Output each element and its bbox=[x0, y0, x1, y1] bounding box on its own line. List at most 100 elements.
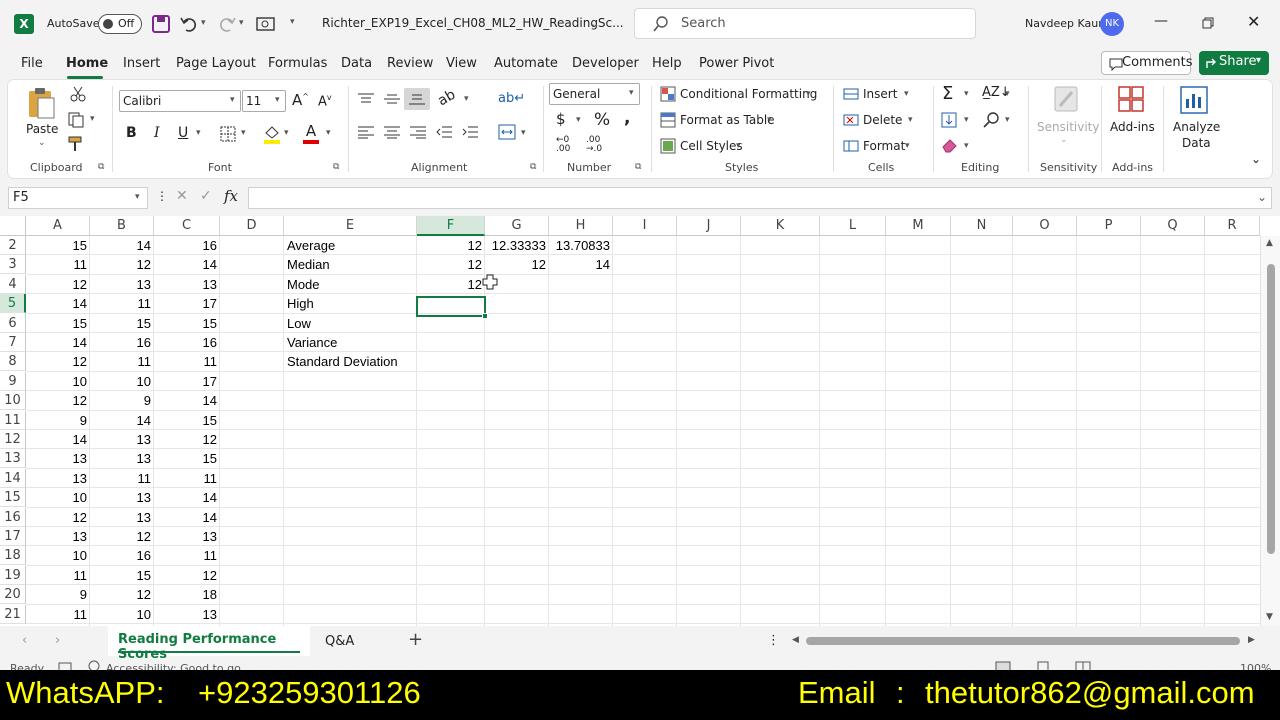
row-header-6[interactable]: 6 bbox=[0, 313, 26, 333]
accounting-format-icon[interactable]: $ bbox=[556, 110, 566, 128]
cell-c3[interactable]: 14 bbox=[154, 255, 220, 274]
accounting-dropdown-icon[interactable]: ▾ bbox=[576, 115, 581, 125]
redo-icon[interactable] bbox=[218, 15, 236, 33]
bold-icon[interactable]: B bbox=[126, 125, 137, 141]
cell-e3[interactable]: Median bbox=[284, 255, 424, 274]
decrease-indent-icon[interactable] bbox=[436, 125, 452, 139]
cell-a21[interactable]: 11 bbox=[26, 605, 90, 624]
row-header-15[interactable]: 15 bbox=[0, 488, 26, 508]
fill-handle[interactable] bbox=[482, 313, 488, 319]
font-launcher-icon[interactable]: ⧉ bbox=[333, 162, 339, 172]
format-cells-icon[interactable] bbox=[843, 138, 859, 154]
cell-a6[interactable]: 15 bbox=[26, 314, 90, 333]
find-select-icon[interactable] bbox=[983, 111, 1001, 129]
column-header-q[interactable]: Q bbox=[1141, 216, 1205, 236]
cell-c10[interactable]: 14 bbox=[154, 391, 220, 410]
align-left-icon[interactable] bbox=[358, 125, 374, 139]
cell-c17[interactable]: 13 bbox=[154, 527, 220, 546]
tab-help[interactable]: Help bbox=[652, 56, 682, 71]
cell-a10[interactable]: 12 bbox=[26, 391, 90, 410]
insert-cells-icon[interactable] bbox=[843, 86, 859, 102]
clear-dropdown-icon[interactable]: ▾ bbox=[964, 141, 969, 151]
cell-b16[interactable]: 13 bbox=[90, 508, 154, 527]
cell-e8[interactable]: Standard Deviation bbox=[284, 352, 424, 371]
vertical-scrollbar[interactable]: ▲ ▼ bbox=[1260, 236, 1280, 626]
tab-view[interactable]: View bbox=[446, 56, 477, 71]
close-icon[interactable]: ✕ bbox=[1247, 12, 1260, 31]
cell-g2[interactable]: 12.33333 bbox=[485, 236, 549, 255]
expand-formula-icon[interactable]: ⌄ bbox=[1257, 190, 1267, 204]
format-cells-dropdown-icon[interactable]: ▾ bbox=[905, 141, 910, 151]
cell-c16[interactable]: 14 bbox=[154, 508, 220, 527]
delete-cells-dropdown-icon[interactable]: ▾ bbox=[908, 115, 913, 125]
conditional-formatting-dropdown-icon[interactable]: ▾ bbox=[806, 89, 811, 99]
row-header-3[interactable]: 3 bbox=[0, 255, 26, 275]
collapse-ribbon-icon[interactable]: ⌄ bbox=[1251, 152, 1261, 166]
cell-a17[interactable]: 13 bbox=[26, 527, 90, 546]
row-header-18[interactable]: 18 bbox=[0, 546, 26, 566]
cell-a11[interactable]: 9 bbox=[26, 411, 90, 430]
paste-icon[interactable] bbox=[26, 86, 56, 120]
cell-a19[interactable]: 11 bbox=[26, 566, 90, 585]
tab-review[interactable]: Review bbox=[387, 56, 433, 71]
avatar[interactable]: NK bbox=[1100, 12, 1124, 36]
cell-a7[interactable]: 14 bbox=[26, 333, 90, 352]
row-header-14[interactable]: 14 bbox=[0, 468, 26, 488]
decrease-decimal-icon[interactable]: .00 →.0 bbox=[586, 136, 602, 154]
zoom-level[interactable]: 100% bbox=[1240, 662, 1271, 670]
clear-icon[interactable] bbox=[941, 137, 959, 153]
format-as-table-label[interactable]: Format as Table bbox=[680, 113, 775, 127]
cell-f3[interactable]: 12 bbox=[417, 255, 485, 274]
row-header-9[interactable]: 9 bbox=[0, 371, 26, 391]
column-header-h[interactable]: H bbox=[549, 216, 613, 236]
worksheet-grid[interactable]: ABCDEFGHIJKLMNOPQR 2 3 4 5 6 7 8 9 10 11 12 13 14 15 1… bbox=[0, 216, 1280, 626]
tab-power-pivot[interactable]: Power Pivot bbox=[699, 56, 774, 71]
align-center-icon[interactable] bbox=[384, 125, 400, 139]
percent-style-icon[interactable]: % bbox=[594, 110, 610, 130]
more-options-icon[interactable]: ⋮ bbox=[767, 633, 780, 648]
cell-b4[interactable]: 13 bbox=[90, 275, 154, 294]
formula-input[interactable]: ⌄ bbox=[248, 187, 1272, 209]
cell-styles-dropdown-icon[interactable]: ▾ bbox=[736, 141, 741, 151]
comments-button[interactable]: Comments bbox=[1101, 51, 1192, 75]
cell-b5[interactable]: 11 bbox=[90, 294, 154, 313]
screenshot-icon[interactable] bbox=[256, 15, 276, 33]
cell-styles-icon[interactable] bbox=[660, 138, 676, 154]
column-header-k[interactable]: K bbox=[741, 216, 820, 236]
column-header-i[interactable]: I bbox=[613, 216, 677, 236]
find-select-dropdown-icon[interactable]: ▾ bbox=[1005, 115, 1010, 125]
tab-automate[interactable]: Automate bbox=[494, 56, 558, 71]
scroll-up-icon[interactable]: ▲ bbox=[1266, 238, 1273, 248]
cell-e7[interactable]: Variance bbox=[284, 333, 424, 352]
horizontal-scrollbar[interactable] bbox=[806, 637, 1240, 645]
scroll-down-icon[interactable]: ▼ bbox=[1266, 612, 1273, 622]
row-header-2[interactable]: 2 bbox=[0, 236, 26, 255]
cell-f2[interactable]: 12 bbox=[417, 236, 485, 255]
format-as-table-icon[interactable] bbox=[660, 112, 676, 128]
cell-c14[interactable]: 11 bbox=[154, 469, 220, 488]
cell-h3[interactable]: 14 bbox=[549, 255, 613, 274]
share-button[interactable]: Share ▾ bbox=[1199, 51, 1269, 75]
underline-dropdown-icon[interactable]: ▾ bbox=[196, 128, 201, 138]
format-as-table-dropdown-icon[interactable]: ▾ bbox=[767, 115, 772, 125]
cell-a13[interactable]: 13 bbox=[26, 449, 90, 468]
column-header-p[interactable]: P bbox=[1077, 216, 1141, 236]
save-icon[interactable] bbox=[152, 15, 170, 33]
cell-c7[interactable]: 16 bbox=[154, 333, 220, 352]
column-header-c[interactable]: C bbox=[154, 216, 220, 236]
sensitivity-dropdown-icon[interactable]: ⌄ bbox=[1060, 135, 1068, 145]
analyze-data-label-2[interactable]: Data bbox=[1182, 136, 1211, 150]
prev-sheet-icon[interactable]: ‹ bbox=[22, 633, 27, 648]
cell-c6[interactable]: 15 bbox=[154, 314, 220, 333]
fill-color-icon[interactable] bbox=[263, 124, 281, 144]
cell-b20[interactable]: 12 bbox=[90, 585, 154, 604]
row-header-10[interactable]: 10 bbox=[0, 391, 26, 411]
next-sheet-icon[interactable]: › bbox=[55, 633, 60, 648]
column-header-b[interactable]: B bbox=[90, 216, 154, 236]
cell-c12[interactable]: 12 bbox=[154, 430, 220, 449]
cell-c15[interactable]: 14 bbox=[154, 488, 220, 507]
analyze-data-icon[interactable] bbox=[1179, 85, 1209, 115]
column-header-f[interactable]: F bbox=[417, 216, 485, 236]
column-header-l[interactable]: L bbox=[820, 216, 886, 236]
sort-filter-dropdown-icon[interactable]: ▾ bbox=[1005, 89, 1010, 99]
